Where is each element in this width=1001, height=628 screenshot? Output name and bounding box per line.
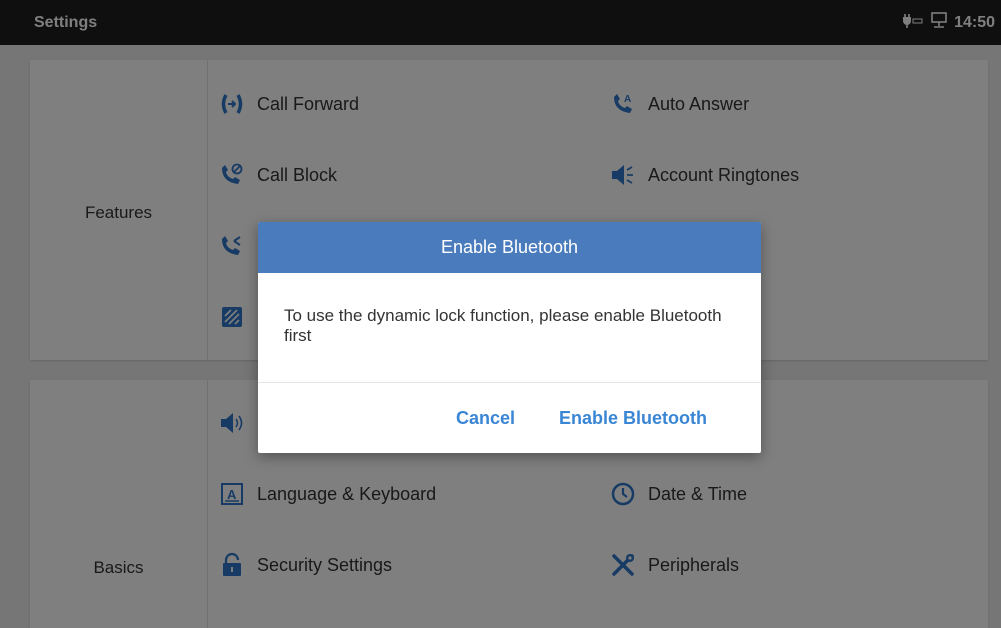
dialog-title: Enable Bluetooth — [258, 222, 761, 273]
cancel-button[interactable]: Cancel — [456, 408, 515, 429]
enable-bluetooth-button[interactable]: Enable Bluetooth — [559, 408, 707, 429]
dialog-divider — [258, 382, 761, 383]
dialog-message: To use the dynamic lock function, please… — [284, 306, 722, 345]
enable-bluetooth-dialog: Enable Bluetooth To use the dynamic lock… — [258, 222, 761, 453]
